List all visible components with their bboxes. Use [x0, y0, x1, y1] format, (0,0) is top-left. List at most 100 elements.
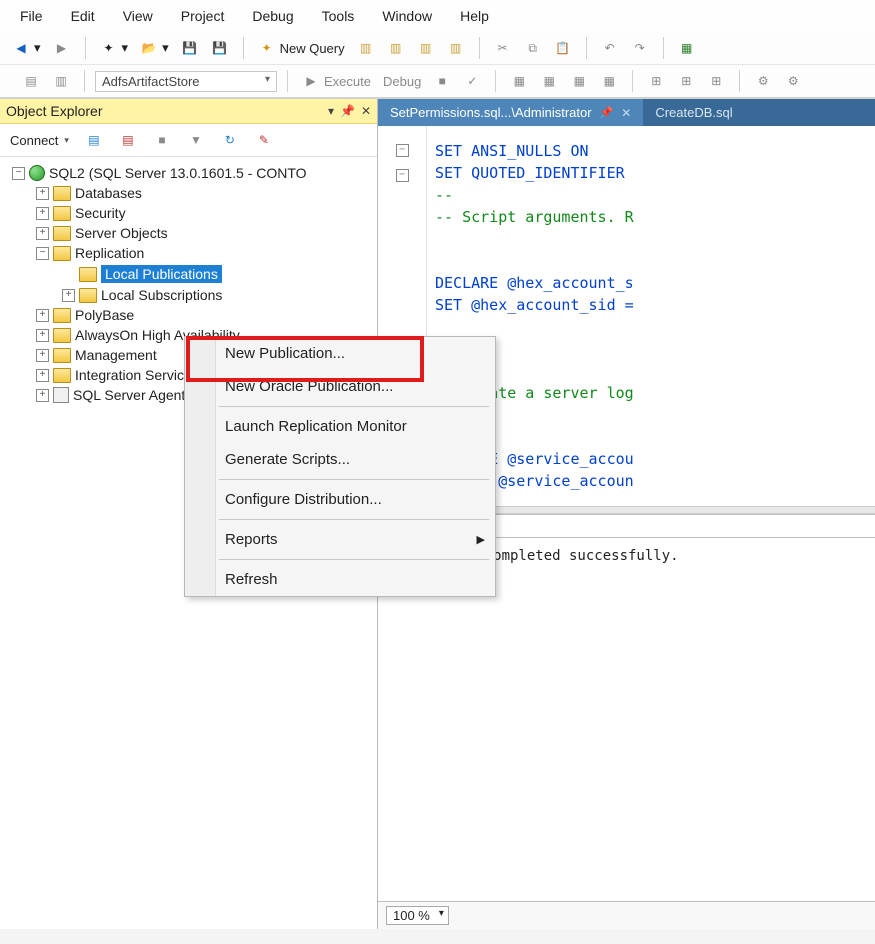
tree-node-local-subscriptions[interactable]: + Local Subscriptions: [4, 285, 373, 305]
grid-2-button: ▦: [536, 69, 562, 93]
tool-icon: ⚙: [784, 72, 802, 90]
filter-button: ▼: [183, 128, 209, 152]
tree-node-databases[interactable]: + Databases: [4, 183, 373, 203]
server-label: SQL2 (SQL Server 13.0.1601.5 - CONTO: [49, 165, 307, 181]
tree-node-security[interactable]: + Security: [4, 203, 373, 223]
tree-node-local-publications[interactable]: Local Publications: [4, 263, 373, 285]
ctx-configure-distribution[interactable]: Configure Distribution...: [185, 483, 495, 516]
ctx-refresh[interactable]: Refresh: [185, 563, 495, 596]
forward-icon: ▶: [53, 39, 71, 57]
connect-button[interactable]: Connect: [6, 130, 73, 151]
agent-icon: [53, 387, 69, 403]
diagram-3-button: ⊞: [703, 69, 729, 93]
menu-file[interactable]: File: [6, 4, 57, 28]
save-button[interactable]: 💾: [177, 36, 203, 60]
expand-icon[interactable]: +: [36, 369, 49, 382]
diagram-icon: ⊞: [707, 72, 725, 90]
tree-node-server-objects[interactable]: + Server Objects: [4, 223, 373, 243]
grid-1-button: ▦: [506, 69, 532, 93]
doc-icon: ▥: [417, 39, 435, 57]
expand-icon[interactable]: +: [36, 207, 49, 220]
menu-edit[interactable]: Edit: [57, 4, 109, 28]
open-project-button[interactable]: 📂▾: [136, 36, 173, 60]
new-item-button[interactable]: ✦▾: [96, 36, 133, 60]
query-template-3-button[interactable]: ▥: [413, 36, 439, 60]
pin-icon[interactable]: 📌: [600, 106, 614, 119]
ctx-new-oracle-publication[interactable]: New Oracle Publication...: [185, 370, 495, 403]
menu-help[interactable]: Help: [446, 4, 503, 28]
object-explorer-toolbar: Connect ▤ ▤ ■ ▼ ↻ ✎: [0, 124, 377, 157]
expand-icon[interactable]: +: [36, 349, 49, 362]
folder-icon: [53, 368, 71, 383]
doc-icon: ▥: [387, 39, 405, 57]
cut-icon: ✂: [494, 39, 512, 57]
menu-project[interactable]: Project: [167, 4, 239, 28]
collapse-icon[interactable]: −: [12, 167, 25, 180]
execute-button[interactable]: ▶ Execute: [298, 69, 375, 93]
ctx-reports[interactable]: Reports ▶: [185, 523, 495, 556]
activity-monitor-button[interactable]: ▦: [674, 36, 700, 60]
play-icon: ▶: [302, 72, 320, 90]
ctx-launch-replication-monitor[interactable]: Launch Replication Monitor: [185, 410, 495, 443]
nav-forward-button: ▶: [49, 36, 75, 60]
main-menubar: File Edit View Project Debug Tools Windo…: [0, 0, 875, 32]
sparkle-icon: ✦: [100, 39, 118, 57]
tree-server-node[interactable]: − SQL2 (SQL Server 13.0.1601.5 - CONTO: [4, 163, 373, 183]
object-explorer-title: Object Explorer: [6, 103, 102, 119]
pin-icon[interactable]: 📌: [340, 104, 355, 118]
diagram-1-button: ⊞: [643, 69, 669, 93]
toolbar-separator: [243, 37, 244, 59]
ctx-new-publication[interactable]: New Publication...: [185, 337, 495, 370]
panel-dropdown-icon[interactable]: ▾: [328, 104, 334, 118]
context-menu-separator: [219, 559, 489, 560]
new-query-label: New Query: [280, 41, 345, 56]
new-query-button[interactable]: ✦ New Query: [254, 36, 349, 60]
fold-icon[interactable]: −: [396, 169, 409, 182]
disconnect-button[interactable]: ▤: [115, 128, 141, 152]
query-template-1-button[interactable]: ▥: [353, 36, 379, 60]
stop-icon: ■: [433, 72, 451, 90]
expand-icon[interactable]: +: [36, 309, 49, 322]
tree-node-replication[interactable]: − Replication: [4, 243, 373, 263]
connect-add-button[interactable]: ▤: [81, 128, 107, 152]
save-all-icon: 💾: [211, 39, 229, 57]
close-icon[interactable]: ✕: [361, 104, 371, 118]
folder-icon: [53, 246, 71, 261]
tab-label: CreateDB.sql: [655, 105, 732, 120]
database-selector[interactable]: AdfsArtifactStore: [95, 71, 277, 92]
menu-view[interactable]: View: [109, 4, 167, 28]
tree-node-polybase[interactable]: + PolyBase: [4, 305, 373, 325]
refresh-button[interactable]: ↻: [217, 128, 243, 152]
back-icon: ◀: [12, 39, 30, 57]
query-template-2-button[interactable]: ▥: [383, 36, 409, 60]
redo-icon: ↷: [631, 39, 649, 57]
menu-tools[interactable]: Tools: [308, 4, 369, 28]
fold-icon[interactable]: −: [396, 144, 409, 157]
expand-icon[interactable]: +: [36, 329, 49, 342]
script-button[interactable]: ✎: [251, 128, 277, 152]
tab-createdb[interactable]: CreateDB.sql: [643, 99, 744, 126]
plan-icon: ▥: [52, 72, 70, 90]
folder-icon: [53, 308, 71, 323]
zoom-selector[interactable]: 100 %: [386, 906, 449, 925]
parse-button: ▤: [18, 69, 44, 93]
close-icon[interactable]: ✕: [621, 106, 631, 120]
expand-icon[interactable]: +: [62, 289, 75, 302]
nav-back-button[interactable]: ◀▾: [8, 36, 45, 60]
expand-icon[interactable]: +: [36, 389, 49, 402]
debug-button[interactable]: Debug: [379, 71, 425, 92]
save-all-button[interactable]: 💾: [207, 36, 233, 60]
connect-add-icon: ▤: [85, 131, 103, 149]
query-template-4-button[interactable]: ▥: [443, 36, 469, 60]
toolbar-separator: [632, 70, 633, 92]
expand-icon[interactable]: +: [36, 187, 49, 200]
collapse-icon[interactable]: −: [36, 247, 49, 260]
tab-setpermissions[interactable]: SetPermissions.sql...\Administrator 📌 ✕: [378, 99, 643, 126]
menu-window[interactable]: Window: [368, 4, 446, 28]
doc-icon: ▥: [357, 39, 375, 57]
ctx-generate-scripts[interactable]: Generate Scripts...: [185, 443, 495, 476]
copy-icon: ⧉: [524, 39, 542, 57]
folder-icon: [79, 267, 97, 282]
expand-icon[interactable]: +: [36, 227, 49, 240]
menu-debug[interactable]: Debug: [238, 4, 307, 28]
